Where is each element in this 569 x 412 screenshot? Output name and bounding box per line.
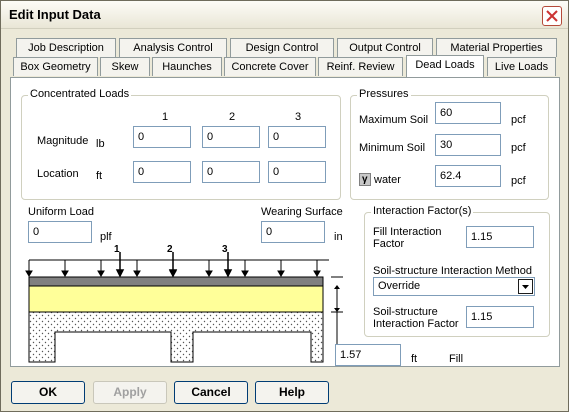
max-soil-input[interactable] (435, 102, 501, 124)
tab-dead-loads[interactable]: Dead Loads (406, 55, 484, 77)
water-label: water (374, 174, 401, 186)
ssi-factor-label-1: Soil-structure (373, 306, 438, 318)
water-input[interactable] (435, 165, 501, 187)
help-button[interactable]: Help (255, 381, 329, 404)
tab-job-description[interactable]: Job Description (16, 38, 116, 57)
tab-design-control[interactable]: Design Control (230, 38, 334, 57)
magnitude-3-input[interactable] (268, 126, 326, 148)
magnitude-unit: lb (96, 138, 105, 150)
title-bar: Edit Input Data (1, 1, 568, 29)
fill-interaction-label-2: Factor (373, 238, 405, 250)
min-soil-label: Minimum Soil (359, 142, 426, 154)
water-unit: pcf (511, 175, 526, 187)
tab-haunches[interactable]: Haunches (152, 57, 222, 76)
tab-reinf-review[interactable]: Reinf. Review (318, 57, 403, 76)
tab-analysis-control[interactable]: Analysis Control (119, 38, 227, 57)
ssi-factor-input[interactable] (466, 306, 534, 328)
ssi-method-value: Override (378, 280, 421, 292)
concentrated-load-markers (115, 252, 233, 278)
uniform-load-label: Uniform Load (28, 206, 95, 218)
min-soil-input[interactable] (435, 134, 501, 156)
gamma-symbol: γ (359, 173, 371, 186)
fill-unit: ft (411, 353, 418, 365)
col-header-1: 1 (162, 111, 169, 123)
tab-box-geometry[interactable]: Box Geometry (13, 57, 98, 76)
cancel-button[interactable]: Cancel (174, 381, 248, 404)
pressures-label: Pressures (357, 88, 411, 100)
culvert-structure (28, 311, 324, 363)
location-unit: ft (96, 170, 103, 182)
window-title: Edit Input Data (9, 7, 101, 22)
max-soil-unit: pcf (511, 114, 526, 126)
concentrated-loads-label: Concentrated Loads (28, 88, 132, 100)
tab-skew[interactable]: Skew (100, 57, 150, 76)
uniform-load-input[interactable] (28, 221, 92, 243)
tab-concrete-cover[interactable]: Concrete Cover (224, 57, 316, 76)
close-icon (546, 10, 558, 22)
dead-loads-panel: Concentrated Loads 1 2 3 Magnitude lb Lo… (10, 77, 560, 367)
interaction-factors-label: Interaction Factor(s) (371, 205, 474, 217)
fill-interaction-input[interactable] (466, 226, 534, 248)
magnitude-2-input[interactable] (202, 126, 260, 148)
culvert-diagram: 1 2 3 (25, 244, 343, 363)
location-2-input[interactable] (202, 161, 260, 183)
min-soil-unit: pcf (511, 142, 526, 154)
edit-input-dialog: Edit Input Data Job Description Analysis… (0, 0, 569, 412)
fill-interaction-label-1: Fill Interaction (373, 226, 442, 238)
ssi-method-select[interactable]: Override (373, 277, 535, 296)
load-marker-3: 3 (222, 244, 228, 255)
location-1-input[interactable] (133, 161, 191, 183)
magnitude-1-input[interactable] (133, 126, 191, 148)
ok-button[interactable]: OK (11, 381, 85, 404)
wearing-surface-label: Wearing Surface (261, 206, 343, 218)
fill-layer (28, 285, 324, 313)
dropdown-arrow-icon[interactable] (518, 279, 533, 294)
load-marker-1: 1 (114, 244, 120, 255)
wearing-surface-input[interactable] (261, 221, 325, 243)
wearing-surface-layer (28, 276, 324, 287)
tab-live-loads[interactable]: Live Loads (487, 57, 556, 76)
col-header-3: 3 (295, 111, 302, 123)
ssi-factor-label-2: Interaction Factor (373, 318, 459, 330)
magnitude-label: Magnitude (37, 135, 89, 147)
fill-label: Fill (449, 353, 464, 365)
col-header-2: 2 (229, 111, 236, 123)
max-soil-label: Maximum Soil (359, 114, 429, 126)
location-3-input[interactable] (268, 161, 326, 183)
location-label: Location (37, 168, 79, 180)
ssi-method-label: Soil-structure Interaction Method (373, 265, 532, 277)
apply-button[interactable]: Apply (93, 381, 167, 404)
load-marker-2: 2 (167, 244, 173, 255)
fill-input[interactable] (335, 344, 401, 366)
close-button[interactable] (542, 6, 562, 26)
